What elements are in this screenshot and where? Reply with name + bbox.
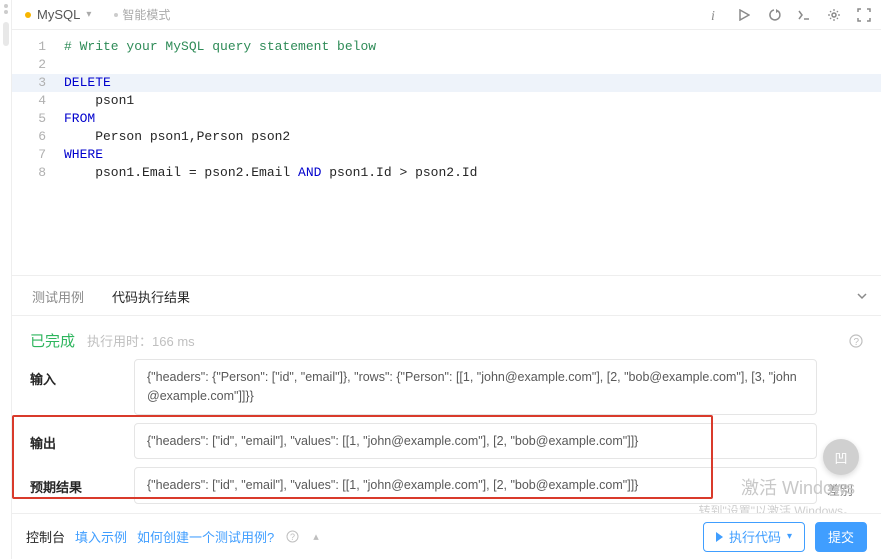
left-rail <box>0 0 12 559</box>
bullet-icon <box>114 13 118 17</box>
terminal-icon[interactable] <box>797 8 811 22</box>
submit-button[interactable]: 提交 <box>815 522 867 552</box>
console-label[interactable]: 控制台 <box>26 527 65 546</box>
input-value-box[interactable]: {"headers": {"Person": ["id", "email"]},… <box>134 359 817 415</box>
tab-result[interactable]: 代码执行结果 <box>98 277 204 314</box>
language-select[interactable]: MySQL ▾ <box>18 4 102 26</box>
fullscreen-icon[interactable] <box>857 8 871 22</box>
svg-text:?: ? <box>854 337 860 348</box>
language-indicator-icon <box>25 12 31 18</box>
output-label: 输出 <box>30 423 134 452</box>
collapse-panel-icon[interactable] <box>855 289 869 303</box>
input-label: 输入 <box>30 359 134 388</box>
code-editor[interactable]: 1# Write your MySQL query statement belo… <box>12 30 881 275</box>
auto-mode-label[interactable]: 智能模式 <box>114 6 170 23</box>
run-code-button[interactable]: 执行代码 ▾ <box>703 522 805 552</box>
play-icon[interactable] <box>737 8 751 22</box>
fill-example-link[interactable]: 填入示例 <box>75 527 127 546</box>
info-icon[interactable]: i <box>707 8 721 22</box>
reset-icon[interactable] <box>767 8 781 22</box>
chevron-down-icon: ▾ <box>86 9 91 20</box>
chevron-up-icon[interactable]: ▴ <box>313 530 319 543</box>
floating-button[interactable]: 凹 <box>823 439 859 475</box>
output-value-box[interactable]: {"headers": ["id", "email"], "values": [… <box>134 423 817 460</box>
chevron-down-icon: ▾ <box>787 531 792 542</box>
play-icon <box>716 532 723 542</box>
bottom-bar: 控制台 填入示例 如何创建一个测试用例? ? ▴ 执行代码 ▾ 提交 <box>12 513 881 559</box>
language-name: MySQL <box>37 7 80 22</box>
how-to-create-testcase-link[interactable]: 如何创建一个测试用例? <box>137 527 274 546</box>
help-icon[interactable]: ? <box>849 334 863 348</box>
editor-topbar: MySQL ▾ 智能模式 i <box>12 0 881 30</box>
gear-icon[interactable] <box>827 8 841 22</box>
tab-testcase[interactable]: 测试用例 <box>18 277 98 314</box>
svg-text:i: i <box>711 9 715 22</box>
diff-button[interactable]: 差别 <box>817 472 863 499</box>
status-time: 执行用时：166 ms <box>87 331 195 350</box>
expected-label: 预期结果 <box>30 467 134 496</box>
svg-text:?: ? <box>290 532 295 542</box>
expected-value-box[interactable]: {"headers": ["id", "email"], "values": [… <box>134 467 817 504</box>
help-small-icon[interactable]: ? <box>286 530 299 543</box>
status-done: 已完成 <box>30 330 75 351</box>
